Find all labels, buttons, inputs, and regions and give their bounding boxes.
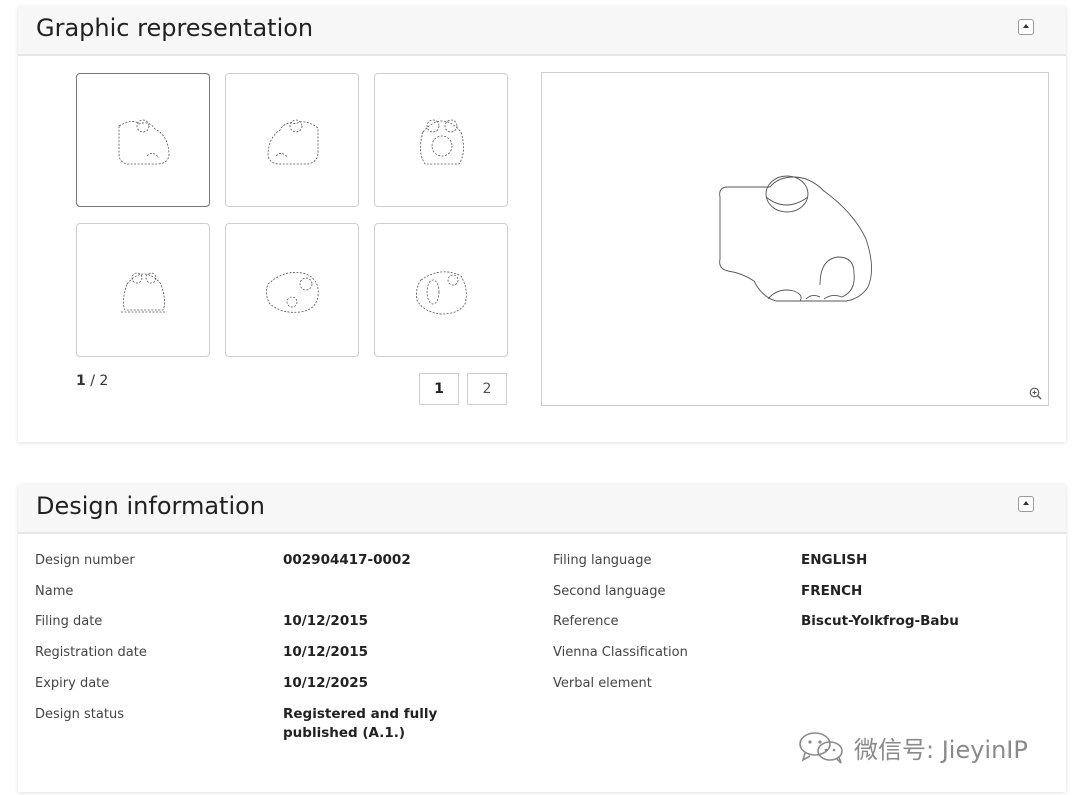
frog-sketch-icon	[416, 271, 467, 315]
thumbnail-1[interactable]	[76, 73, 210, 207]
frog-sketch-icon	[118, 119, 170, 165]
frog-drawing-image	[719, 175, 872, 302]
thumbnail-5[interactable]	[225, 223, 359, 357]
page-current: 1	[76, 373, 86, 389]
value-second-language: FRENCH	[801, 583, 863, 599]
thumbnail-6[interactable]	[374, 223, 508, 357]
frog-sketch-icon	[420, 119, 464, 165]
label-filing-date: Filing date	[35, 614, 103, 629]
value-reference: Biscut-Yolkfrog-Babu	[801, 613, 959, 629]
label-expiry-date: Expiry date	[35, 676, 110, 691]
label-vienna-classification: Vienna Classification	[553, 645, 688, 660]
thumbnail-4[interactable]	[76, 223, 210, 357]
label-design-status: Design status	[35, 707, 124, 722]
value-expiry-date: 10/12/2025	[283, 675, 369, 691]
thumbnail-3[interactable]	[374, 73, 508, 207]
label-filing-language: Filing language	[553, 553, 652, 568]
label-design-number: Design number	[35, 553, 135, 568]
frog-sketch-icon	[267, 119, 319, 165]
page-counter: 1 / 2	[76, 373, 108, 389]
value-design-status: Registered and fully published (A.1.)	[283, 706, 438, 741]
value-filing-date: 10/12/2015	[283, 613, 369, 629]
frog-sketch-icon	[266, 271, 319, 313]
panel-header: Design information	[18, 484, 1066, 534]
thumbnail-2[interactable]	[225, 73, 359, 207]
page-total: / 2	[90, 373, 109, 389]
wechat-icon	[799, 732, 843, 764]
zoom-in-icon[interactable]	[1029, 387, 1042, 400]
label-reference: Reference	[553, 614, 619, 629]
label-verbal-element: Verbal element	[553, 676, 652, 691]
page-button-2[interactable]: 2	[467, 373, 507, 405]
value-design-number: 002904417-0002	[283, 552, 411, 568]
collapse-icon[interactable]	[1018, 496, 1034, 512]
collapse-icon[interactable]	[1018, 19, 1034, 35]
panel-header: Graphic representation	[18, 6, 1066, 56]
value-registration-date: 10/12/2015	[283, 644, 369, 660]
watermark-text: 微信号: JieyinIP	[854, 736, 1028, 764]
page-button-1[interactable]: 1	[419, 373, 459, 405]
image-viewer[interactable]	[541, 72, 1049, 406]
panel-title: Graphic representation	[36, 14, 314, 42]
label-name: Name	[35, 584, 74, 599]
label-second-language: Second language	[553, 584, 666, 599]
frog-sketch-icon	[121, 272, 167, 313]
value-filing-language: ENGLISH	[801, 552, 868, 568]
graphic-representation-panel: Graphic representation 1 / 2 1 2	[18, 6, 1066, 442]
label-registration-date: Registration date	[35, 645, 147, 660]
panel-title: Design information	[36, 492, 266, 520]
